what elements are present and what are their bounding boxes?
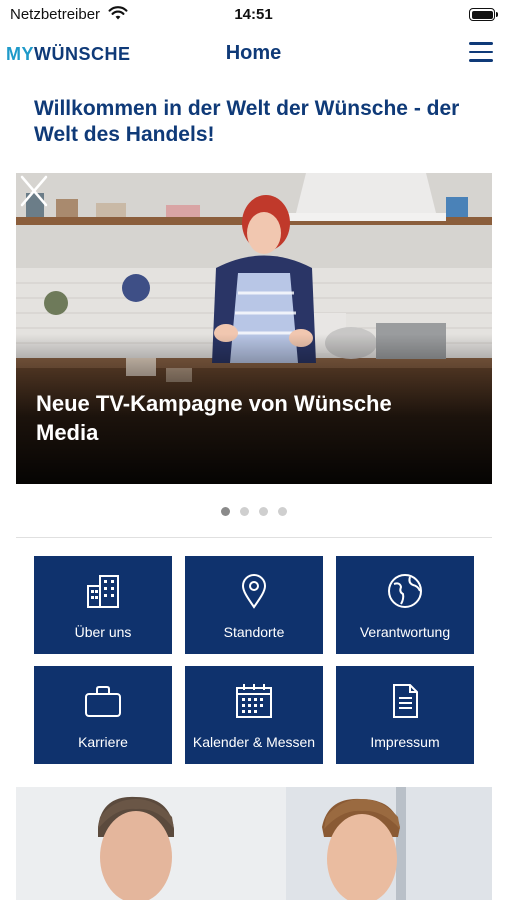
- carousel-pagination: [0, 507, 507, 516]
- briefcase-icon: [85, 686, 121, 717]
- page-title: Home: [225, 42, 282, 64]
- tile-label: Impressum: [370, 734, 440, 750]
- tile-label: Kalender & Messen: [192, 734, 316, 750]
- hero-carousel[interactable]: Neue TV-Kampagne von Wünsche Media: [16, 173, 492, 484]
- hamburger-menu-icon[interactable]: [469, 42, 493, 62]
- clock: 14:51: [234, 6, 273, 23]
- tile-label: Über uns: [74, 624, 132, 640]
- tile-label: Verantwortung: [359, 624, 451, 640]
- carousel-dot-3[interactable]: [258, 507, 268, 516]
- tile-kalender-messen[interactable]: Kalender & Messen: [185, 666, 323, 764]
- building-icon: [87, 575, 119, 608]
- tile-karriere[interactable]: Karriere: [34, 666, 172, 764]
- nav-bar: MYWÜNSCHE Home: [0, 32, 507, 76]
- tile-impressum[interactable]: Impressum: [336, 666, 474, 764]
- welcome-headline: Willkommen in der Welt der Wünsche - der…: [34, 97, 460, 146]
- calendar-icon: [236, 684, 272, 718]
- carousel-dot-2[interactable]: [239, 507, 249, 516]
- people-photo: [16, 787, 492, 900]
- location-pin-icon: [241, 574, 267, 609]
- tile-label: Karriere: [78, 734, 128, 750]
- tile-verantwortung[interactable]: Verantwortung: [336, 556, 474, 654]
- document-icon: [393, 684, 418, 718]
- status-bar: Netzbetreiber 14:51: [0, 0, 507, 30]
- battery-icon: [469, 8, 498, 21]
- carousel-dot-4[interactable]: [277, 507, 287, 516]
- globe-icon: [388, 574, 422, 608]
- tile-standorte[interactable]: Standorte: [185, 556, 323, 654]
- section-divider: [16, 537, 492, 538]
- carousel-dot-1[interactable]: [220, 507, 230, 516]
- management-photo[interactable]: [16, 787, 492, 900]
- carousel-caption[interactable]: Neue TV-Kampagne von Wünsche Media: [36, 389, 456, 447]
- tile-ueber-uns[interactable]: Über uns: [34, 556, 172, 654]
- tile-label: Standorte: [223, 624, 285, 640]
- chevron-right-icon[interactable]: [16, 173, 40, 209]
